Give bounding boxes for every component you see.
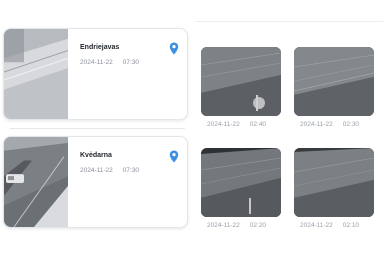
camera-thumbnail [4,137,68,227]
camera-timestamp: 2024-11-22 07:30 [80,167,139,174]
camera-timestamp: 2024-11-22 07:30 [80,59,139,66]
location-pin-icon[interactable] [169,42,179,55]
snapshot-time: 02:20 [249,222,267,229]
camera-time: 07:30 [122,59,140,66]
snapshot-image [201,148,281,217]
camera-list: Endriejavas 2024-11-22 07:30 Kvėdarna 20… [0,0,192,258]
camera-card-kvedarna[interactable]: Kvėdarna 2024-11-22 07:30 [3,136,188,228]
snapshot-time: 02:40 [249,121,267,128]
snapshot-image [294,148,374,217]
snapshot-item[interactable]: 2024-11-22 02:10 [294,148,374,229]
snapshot-item[interactable]: 2024-11-22 02:40 [201,47,281,128]
snapshot-timestamp: 2024-11-22 02:30 [294,121,374,128]
snapshot-history: 2024-11-22 02:40 2024-11-22 02:30 2024-1… [195,0,387,258]
snapshot-item[interactable]: 2024-11-22 02:30 [294,47,374,128]
snapshot-image [294,47,374,116]
card-divider [10,128,185,129]
snapshot-timestamp: 2024-11-22 02:10 [294,222,374,229]
snapshot-timestamp: 2024-11-22 02:20 [201,222,281,229]
camera-thumbnail [4,29,68,119]
snapshot-date: 2024-11-22 [300,222,333,229]
snapshot-time: 02:10 [342,222,360,229]
camera-time: 07:30 [122,167,140,174]
camera-date: 2024-11-22 [80,167,113,174]
snapshot-date: 2024-11-22 [207,222,240,229]
camera-date: 2024-11-22 [80,59,113,66]
history-divider [195,21,383,22]
snapshot-image [201,47,281,116]
snapshot-item[interactable]: 2024-11-22 02:20 [201,148,281,229]
snapshot-date: 2024-11-22 [207,121,240,128]
camera-name: Kvėdarna [80,152,112,159]
snapshot-date: 2024-11-22 [300,121,333,128]
camera-name: Endriejavas [80,44,120,51]
location-pin-icon[interactable] [169,150,179,163]
snapshot-timestamp: 2024-11-22 02:40 [201,121,281,128]
camera-card-endriejavas[interactable]: Endriejavas 2024-11-22 07:30 [3,28,188,120]
snapshot-time: 02:30 [342,121,360,128]
